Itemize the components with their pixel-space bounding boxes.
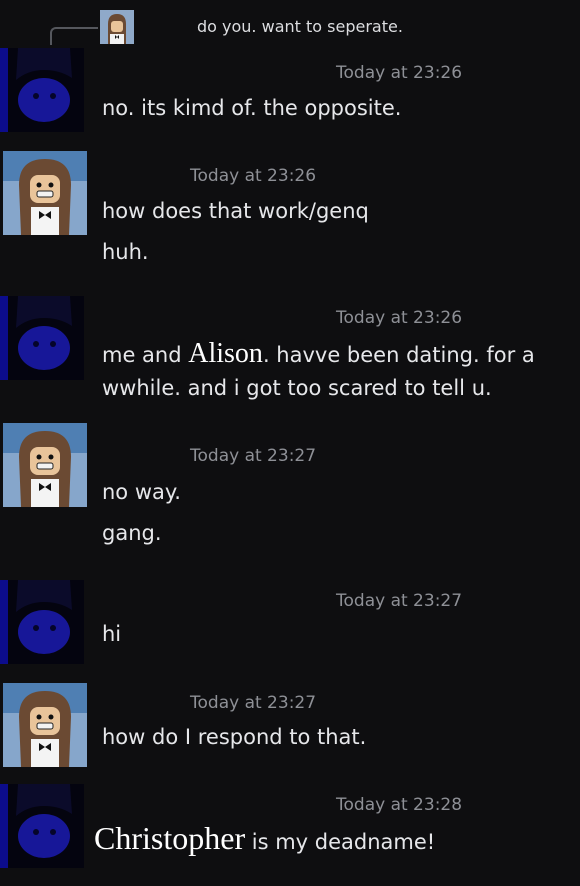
message-timestamp[interactable]: Today at 23:27 xyxy=(190,693,316,713)
text-segment: is my deadname! xyxy=(245,830,436,854)
message-text: huh. xyxy=(102,240,149,264)
name-overlay: Alison xyxy=(188,338,263,369)
roblox-girl-avatar[interactable] xyxy=(3,151,87,235)
dark-blue-avatar[interactable] xyxy=(0,784,84,868)
roblox-girl-icon xyxy=(3,151,87,235)
reply-avatar[interactable] xyxy=(100,10,134,44)
message-text: how does that work/genq xyxy=(102,199,369,223)
message-timestamp[interactable]: Today at 23:26 xyxy=(190,166,316,186)
message-text: how do I respond to that. xyxy=(102,725,367,749)
dark-blue-avatar[interactable] xyxy=(0,48,84,132)
message-timestamp[interactable]: Today at 23:26 xyxy=(336,308,462,328)
reply-connector xyxy=(50,27,98,45)
message-timestamp[interactable]: Today at 23:27 xyxy=(190,446,316,466)
shadow-figure-icon xyxy=(0,784,84,868)
shadow-figure-icon xyxy=(0,48,84,132)
reply-preview-text[interactable]: do you. want to seperate. xyxy=(197,17,403,36)
message-text: no way. xyxy=(102,480,181,504)
roblox-girl-icon xyxy=(3,423,87,507)
message-text: me and Alison. havve been dating. for a xyxy=(102,338,535,370)
message-text: hi xyxy=(102,622,122,646)
shadow-figure-icon xyxy=(0,580,84,664)
roblox-girl-icon xyxy=(100,10,134,44)
text-segment: me and xyxy=(102,343,189,367)
roblox-girl-icon xyxy=(3,683,87,767)
message-text: wwhile. and i got too scared to tell u. xyxy=(102,376,492,400)
name-overlay: Christopher xyxy=(94,820,246,856)
dark-blue-avatar[interactable] xyxy=(0,580,84,664)
message-timestamp[interactable]: Today at 23:26 xyxy=(336,63,462,83)
message-text: Christopher is my deadname! xyxy=(94,820,435,857)
message-text: gang. xyxy=(102,521,162,545)
message-text: no. its kimd of. the opposite. xyxy=(102,96,402,120)
dark-blue-avatar[interactable] xyxy=(0,296,84,380)
shadow-figure-icon xyxy=(0,296,84,380)
roblox-girl-avatar[interactable] xyxy=(3,683,87,767)
message-timestamp[interactable]: Today at 23:27 xyxy=(336,591,462,611)
text-segment: . havve been dating. for a xyxy=(262,343,535,367)
message-timestamp[interactable]: Today at 23:28 xyxy=(336,795,462,815)
roblox-girl-avatar[interactable] xyxy=(3,423,87,507)
